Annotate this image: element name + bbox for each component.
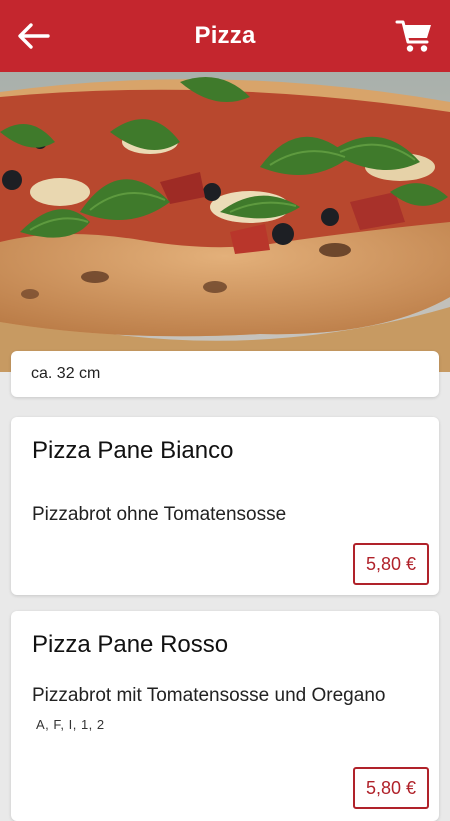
pizza-photo: [0, 72, 450, 372]
app-bar: Pizza: [0, 0, 450, 72]
product-description: Pizzabrot mit Tomatensosse und Oregano: [32, 685, 386, 706]
price-button[interactable]: 5,80 €: [353, 767, 429, 809]
product-card[interactable]: Pizza Pane Bianco Pizzabrot ohne Tomaten…: [11, 417, 439, 595]
size-info: ca. 32 cm: [11, 351, 439, 397]
page-title: Pizza: [194, 22, 256, 49]
arrow-left-icon: [18, 23, 50, 49]
product-card[interactable]: Pizza Pane Rosso Pizzabrot mit Tomatenso…: [11, 611, 439, 821]
product-description: Pizzabrot ohne Tomatensosse: [32, 504, 287, 525]
price-button[interactable]: 5,80 €: [353, 543, 429, 585]
allergen-codes: A, F, I, 1, 2: [36, 717, 105, 732]
back-button[interactable]: [14, 18, 52, 54]
product-name: Pizza Pane Rosso: [32, 631, 229, 658]
shopping-cart-icon: [395, 20, 431, 52]
product-name: Pizza Pane Bianco: [32, 437, 234, 464]
cart-button[interactable]: [394, 16, 434, 56]
